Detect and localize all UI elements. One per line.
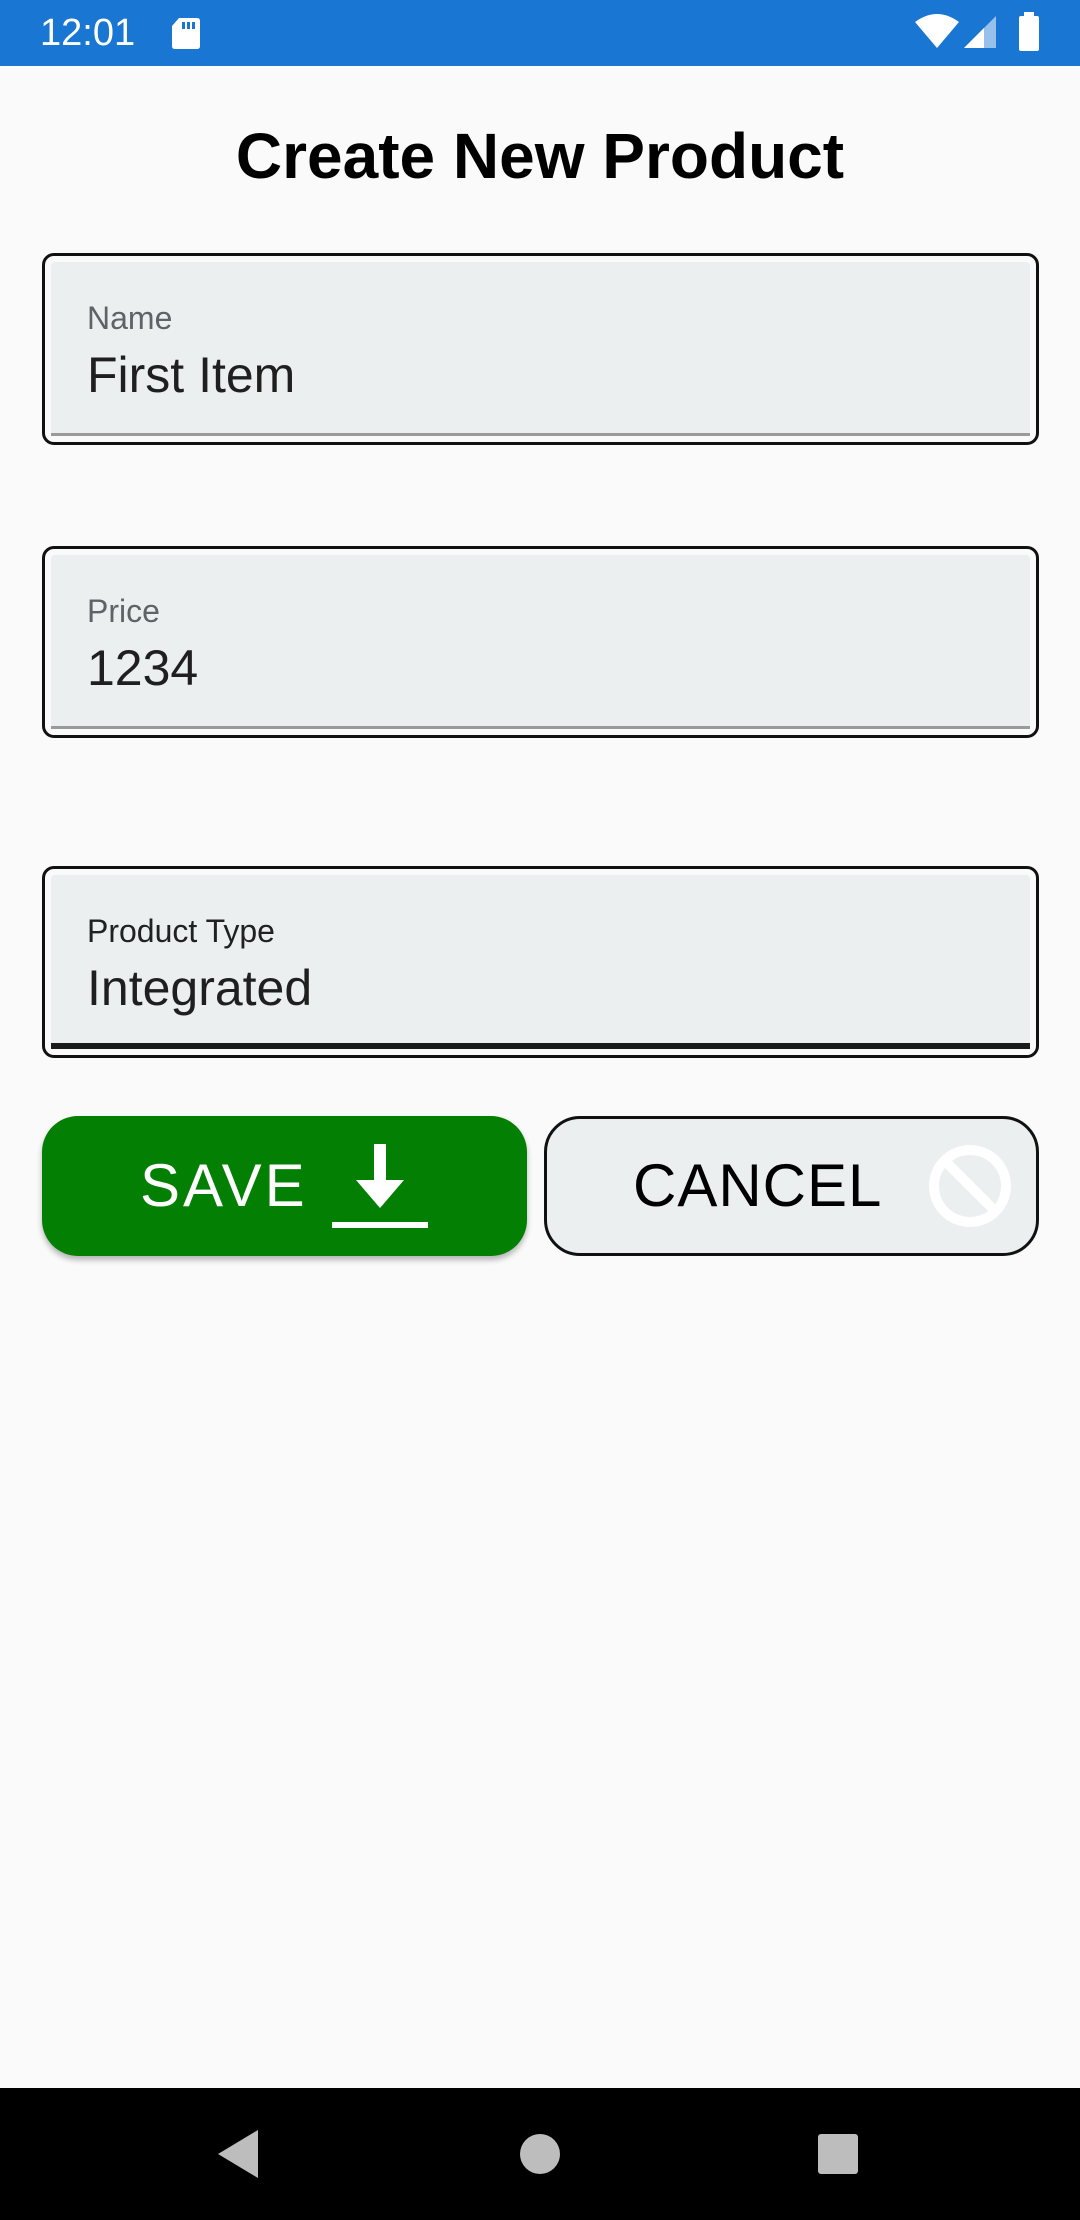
home-icon[interactable] <box>512 2126 568 2182</box>
product-type-input[interactable]: Integrated <box>87 957 312 1019</box>
price-input[interactable]: 1234 <box>87 637 198 699</box>
status-bar: 12:01 <box>0 0 1080 66</box>
name-underline <box>51 433 1030 436</box>
name-label: Name <box>87 300 173 336</box>
save-button[interactable]: SAVE <box>42 1116 527 1256</box>
screen: 12:01 Create New Product Name First Item <box>0 0 1080 2220</box>
name-field-fill: Name First Item <box>51 262 1030 436</box>
block-icon <box>929 1145 1011 1227</box>
cancel-button-label: CANCEL <box>633 1152 883 1219</box>
price-label: Price <box>87 593 160 629</box>
save-button-label: SAVE <box>140 1152 308 1219</box>
product-type-underline <box>51 1043 1030 1049</box>
wifi-icon <box>915 14 959 48</box>
navigation-bar <box>0 2088 1080 2220</box>
status-time: 12:01 <box>40 12 136 54</box>
price-field-fill: Price 1234 <box>51 555 1030 729</box>
signal-icon <box>964 16 996 48</box>
name-field[interactable]: Name First Item <box>42 253 1039 445</box>
product-type-label: Product Type <box>87 913 275 949</box>
name-input[interactable]: First Item <box>87 344 295 406</box>
recents-icon[interactable] <box>810 2126 866 2182</box>
price-underline <box>51 726 1030 729</box>
download-icon <box>332 1144 428 1228</box>
product-type-field[interactable]: Product Type Integrated <box>42 866 1039 1058</box>
page-title: Create New Product <box>235 120 845 192</box>
sd-card-icon <box>172 18 200 49</box>
battery-icon <box>1019 12 1039 51</box>
product-type-field-fill: Product Type Integrated <box>51 875 1030 1049</box>
back-icon[interactable] <box>212 2126 268 2182</box>
price-field[interactable]: Price 1234 <box>42 546 1039 738</box>
cancel-button[interactable]: CANCEL <box>544 1116 1039 1256</box>
